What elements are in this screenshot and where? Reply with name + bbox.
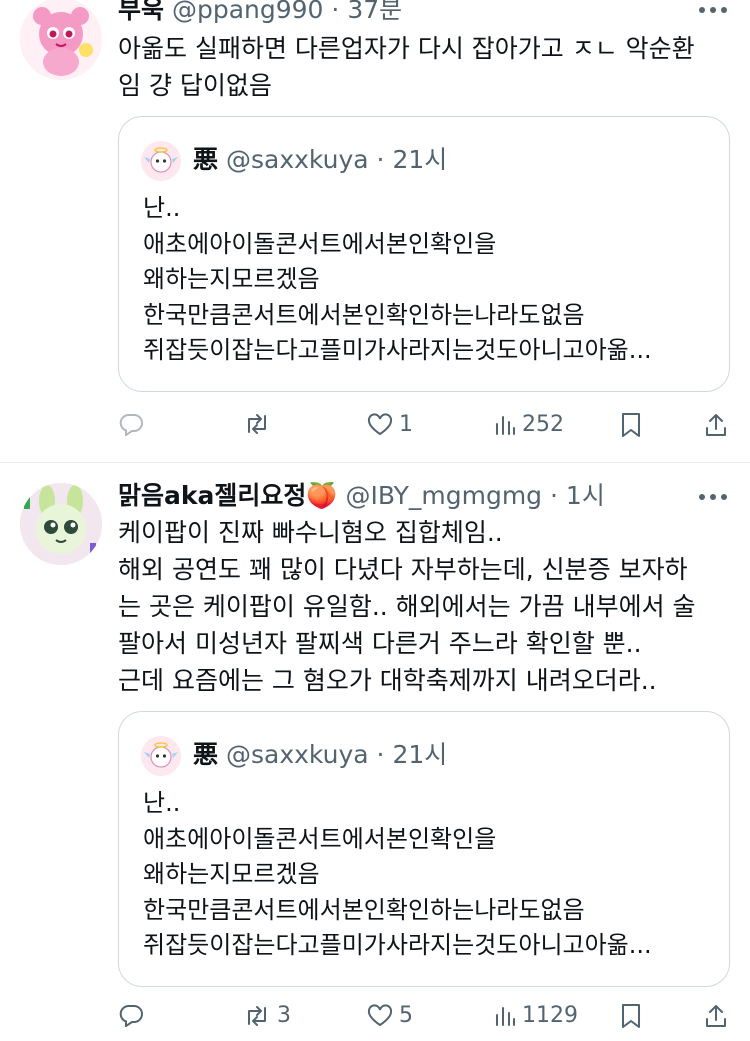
timestamp[interactable]: 1시 xyxy=(566,481,605,510)
green-rabbit-avatar-icon xyxy=(20,483,102,565)
pink-character-avatar-icon xyxy=(20,0,102,80)
tweet-header: 부욱 @ppang990 · 37분 xyxy=(118,0,402,26)
avatar[interactable] xyxy=(141,141,181,181)
retweet-count: 3 xyxy=(277,1003,291,1028)
display-name[interactable]: 悪 xyxy=(193,740,218,769)
share-button[interactable] xyxy=(704,1003,728,1029)
handle[interactable]: @IBY_mgmgmg xyxy=(345,481,542,510)
tweet-text-line: 케이팝이 진짜 빠수니혐오 집합체임.. xyxy=(118,518,503,547)
quoted-tweet[interactable]: 悪 @saxxkuya · 21시 난.. 애초에아이돌콘서트에서본인확인을 왜… xyxy=(118,711,730,987)
display-name[interactable]: 悪 xyxy=(193,145,218,174)
handle[interactable]: @saxxkuya xyxy=(226,145,369,174)
tweet-actions: 3 5 1129 xyxy=(0,1001,750,1041)
retweet-icon xyxy=(248,1005,266,1026)
separator: · xyxy=(376,740,385,769)
separator: · xyxy=(331,0,340,24)
display-name[interactable]: 맑음aka젤리요정🍑 xyxy=(118,481,338,510)
tweet-text-line: 해외 공연도 꽤 많이 다녔다 자부하는데, 신분증 보자하 xyxy=(118,555,688,584)
quoted-tweet-header: 悪 @saxxkuya · 21시 xyxy=(193,740,447,770)
quoted-text-line: 한국만큼콘서트에서본인확인하는나라도없음 xyxy=(143,895,585,924)
quoted-text-line: 난.. xyxy=(143,789,181,817)
retweet-button[interactable]: 3 xyxy=(243,1003,291,1028)
views-count: 1129 xyxy=(522,1003,578,1028)
reply-button[interactable] xyxy=(118,1003,150,1027)
quoted-text-line: 애초에아이돌콘서트에서본인확인을 xyxy=(143,229,497,258)
tweet-text-line: 는 곳은 케이팝이 유일함.. 해외에서는 가끔 내부에서 술 xyxy=(118,592,696,621)
quoted-tweet-text: 난.. 애초에아이돌콘서트에서본인확인을 왜하는지모르겠음 한국만큼콘서트에서본… xyxy=(143,191,652,369)
views-chart-icon xyxy=(496,415,515,435)
heart-icon xyxy=(367,1003,393,1026)
reply-icon xyxy=(119,414,143,436)
tweet-text: 케이팝이 진짜 빠수니혐오 집합체임.. 해외 공연도 꽤 많이 다녔다 자부하… xyxy=(118,514,696,699)
angel-character-avatar-icon xyxy=(141,736,181,776)
like-button[interactable]: 5 xyxy=(367,1003,413,1028)
angel-character-avatar-icon xyxy=(141,141,181,181)
retweet-icon xyxy=(248,414,266,434)
reply-icon xyxy=(119,1005,143,1027)
quoted-text-line: 왜하는지모르겠음 xyxy=(143,860,320,888)
bookmark-icon xyxy=(622,1004,640,1028)
heart-icon xyxy=(367,412,393,435)
like-count: 5 xyxy=(399,1003,413,1028)
quoted-text-line: 한국만큼콘서트에서본인확인하는나라도없음 xyxy=(143,300,585,329)
bookmark-button[interactable] xyxy=(620,412,642,438)
views-count: 252 xyxy=(522,412,564,437)
display-name[interactable]: 부욱 xyxy=(118,0,164,24)
like-button[interactable]: 1 xyxy=(367,412,413,437)
share-icon xyxy=(706,1005,726,1027)
quoted-text-line: 왜하는지모르겠음 xyxy=(143,265,320,293)
tweet[interactable]: 부욱 @ppang990 · 37분 아옮도 실패하면 다른업자가 다시 잡아가… xyxy=(0,0,750,462)
tweet-text-line: 임 걍 답이없음 xyxy=(118,71,272,100)
quoted-text-line: 쥐잡듯이잡는다고플미가사라지는것도아니고아옮... xyxy=(143,931,652,959)
more-horizontal-icon[interactable] xyxy=(698,485,728,515)
tweet-text-line: 근데 요즘에는 그 혐오가 대학축제까지 내려오더라.. xyxy=(118,666,657,695)
avatar[interactable] xyxy=(20,483,102,565)
views-button[interactable]: 1129 xyxy=(494,1003,578,1028)
tweet[interactable]: 맑음aka젤리요정🍑 @IBY_mgmgmg · 1시 케이팝이 진짜 빠수니혐… xyxy=(0,463,750,1041)
separator: · xyxy=(550,481,558,510)
tweet-actions: 1 252 xyxy=(0,406,750,446)
tweet-text: 아옮도 실패하면 다른업자가 다시 잡아가고 ㅈㄴ 악순환 임 걍 답이없음 xyxy=(118,30,695,104)
like-count: 1 xyxy=(399,412,413,437)
timestamp[interactable]: 21시 xyxy=(392,740,447,769)
views-chart-icon xyxy=(496,1006,515,1026)
views-button[interactable]: 252 xyxy=(494,412,564,437)
separator: · xyxy=(376,145,385,174)
quoted-text-line: 난.. xyxy=(143,194,181,222)
handle[interactable]: @ppang990 xyxy=(172,0,324,24)
handle[interactable]: @saxxkuya xyxy=(226,740,369,769)
tweet-text-line: 팔아서 미성년자 팔찌색 다른거 주느라 확인할 뿐.. xyxy=(118,629,642,658)
retweet-button[interactable] xyxy=(243,412,277,436)
quoted-text-line: 애초에아이돌콘서트에서본인확인을 xyxy=(143,824,497,853)
more-horizontal-icon[interactable] xyxy=(698,0,728,28)
avatar[interactable] xyxy=(141,736,181,776)
timestamp[interactable]: 21시 xyxy=(392,145,447,174)
reply-button[interactable] xyxy=(118,412,150,436)
quoted-tweet[interactable]: 悪 @saxxkuya · 21시 난.. 애초에아이돌콘서트에서본인확인을 왜… xyxy=(118,116,730,392)
quoted-tweet-header: 悪 @saxxkuya · 21시 xyxy=(193,145,447,175)
quoted-tweet-text: 난.. 애초에아이돌콘서트에서본인확인을 왜하는지모르겠음 한국만큼콘서트에서본… xyxy=(143,786,652,964)
quoted-text-line: 쥐잡듯이잡는다고플미가사라지는것도아니고아옮... xyxy=(143,336,652,364)
avatar[interactable] xyxy=(20,0,102,80)
timestamp[interactable]: 37분 xyxy=(347,0,402,24)
bookmark-icon xyxy=(622,413,640,437)
tweet-text-line: 아옮도 실패하면 다른업자가 다시 잡아가고 ㅈㄴ 악순환 xyxy=(118,34,695,63)
bookmark-button[interactable] xyxy=(620,1003,642,1029)
share-button[interactable] xyxy=(704,412,728,438)
tweet-header: 맑음aka젤리요정🍑 @IBY_mgmgmg · 1시 xyxy=(118,480,605,512)
share-icon xyxy=(706,414,726,436)
